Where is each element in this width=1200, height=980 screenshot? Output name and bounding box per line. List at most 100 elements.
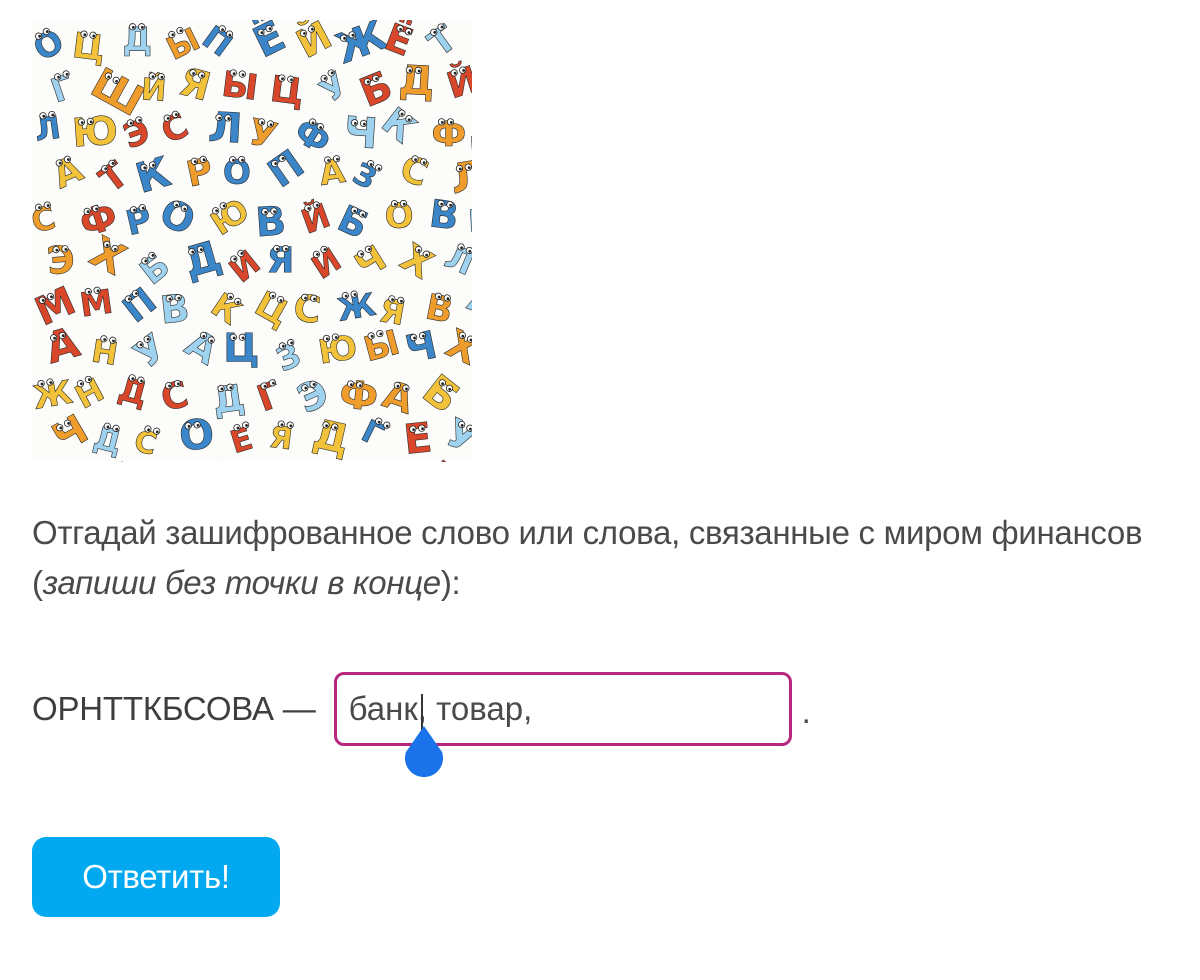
pattern-letter: Д [178,231,227,288]
svg-text:Ц: Ц [268,69,306,114]
quiz-page: ОЦДЫПЁЙЖЁТШГШЙЯЫЦУБДЙАЛЮЭСЛУФЧКФДАТКРОПА… [0,0,1200,980]
pattern-letter: Й [140,71,168,109]
pattern-letter: Ё [245,20,293,68]
svg-text:П: П [195,20,239,65]
svg-text:Й: Й [442,58,472,107]
pattern-letter: А [316,151,348,194]
pattern-letter: М [77,281,116,325]
pattern-letter: П [195,20,240,65]
task-prompt: Отгадай зашифрованное слово или слова, с… [32,508,1172,608]
svg-text:Э: Э [45,237,77,283]
pattern-letter: Д [467,101,472,153]
svg-text:Д: Д [178,231,226,287]
svg-text:Ю: Ю [316,327,360,372]
submit-answer-button[interactable]: Ответить! [32,837,280,917]
svg-text:Ц: Ц [223,326,259,371]
svg-text:Л: Л [439,237,472,284]
prompt-italic-text: запиши без точки в конце [42,564,441,601]
svg-text:В: В [427,191,461,238]
pattern-letter: З [347,156,383,198]
pattern-letter: Л [207,103,244,153]
pattern-letter: Ц [70,26,108,70]
pattern-letter: Д [397,57,436,105]
pattern-letter: С [395,148,434,196]
svg-text:А: А [40,317,85,373]
svg-text:С: С [291,286,323,332]
pattern-letter: Я [267,420,295,458]
sentence-period: . [801,693,811,730]
pattern-letter: Ч [401,322,441,372]
pattern-letter: В [467,203,472,240]
svg-text:В: В [254,198,288,246]
pattern-letter: Р [183,151,217,196]
pattern-letter: Ж [334,287,378,330]
pattern-letter: И [221,242,268,291]
svg-text:Ю: Ю [71,109,120,157]
svg-text:О: О [384,196,414,236]
answer-field-wrapper [333,672,792,778]
pattern-letter: О [222,152,252,192]
cyrillic-letters-pattern-image: ОЦДЫПЁЙЖЁТШГШЙЯЫЦУБДЙАЛЮЭСЛУФЧКФДАТКРОПА… [32,20,472,462]
pattern-letter: Л [239,460,286,462]
pattern-letter: Г [355,413,391,455]
pattern-letter: Д [90,420,126,462]
pattern-letter: Д [114,369,152,414]
pattern-letter: С [155,105,195,152]
prompt-tail-text: ): [440,564,461,601]
pattern-letter: Г [252,374,288,421]
svg-text:Я: Я [267,241,295,282]
pattern-letter: О [32,21,71,69]
pattern-letter: В [254,198,288,247]
pattern-letter: Ё [471,364,472,418]
svg-text:И: И [222,243,268,291]
pattern-letter: К [204,285,249,333]
cipher-word: ОРНТТКБСОВА — [32,690,316,727]
svg-text:Ц: Ц [70,26,107,70]
pattern-letter: С [291,286,323,332]
pattern-letter: Д [210,377,248,423]
svg-text:А: А [317,151,348,193]
pattern-letter: В [427,191,462,239]
pattern-letter: Н [89,333,121,373]
svg-text:Л: Л [32,110,63,149]
pattern-letter: Л [439,236,472,284]
svg-text:С: С [395,148,433,195]
pattern-letter: З [271,335,307,379]
svg-text:З: З [347,156,382,197]
svg-text:Д: Д [467,102,472,153]
svg-text:Г: Г [356,413,390,454]
svg-text:Е: Е [401,413,434,462]
pattern-letter: У [126,325,176,377]
pattern-letter: А [40,317,86,374]
svg-text:О: О [177,409,217,460]
pattern-letter: Е [401,413,434,462]
pattern-letter: О [384,196,414,237]
pattern-letter: Д [122,20,152,59]
caret-handle-icon[interactable] [402,724,446,780]
svg-text:У: У [126,325,175,376]
pattern-letter: Ф [431,115,466,156]
pattern-letter: Т [92,154,136,201]
pattern-letter: Я [266,240,295,282]
pattern-letter: Ц [223,326,260,372]
svg-text:Ч: Ч [402,322,441,371]
pattern-letter: Ю [70,108,120,157]
svg-text:Р: Р [183,151,216,195]
cipher-row: ОРНТТКБСОВА — . [32,672,811,778]
svg-text:Е: Е [226,421,257,462]
svg-text:Х: Х [393,235,441,288]
pattern-letter: О [176,409,217,461]
svg-text:Г: Г [46,67,79,111]
svg-text:О: О [32,21,71,69]
svg-text:Д: Д [398,57,436,105]
svg-text:О: О [223,152,252,191]
svg-text:К: К [204,285,248,332]
pattern-letter: И [304,240,348,287]
pattern-letter: Х [393,235,441,288]
svg-text:Д: Д [123,20,152,59]
pattern-letter: Э [45,237,77,284]
pattern-letter: Ы [219,64,260,109]
pattern-letter: Ц [268,69,307,114]
pattern-letter: Ю [315,327,360,372]
svg-text:В: В [467,204,472,240]
